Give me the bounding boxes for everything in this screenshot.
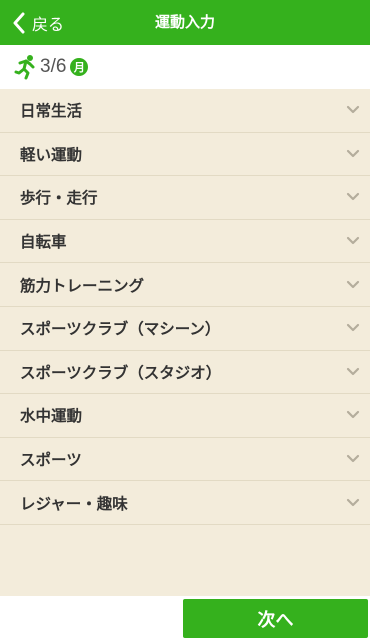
- chevron-down-icon: [346, 367, 360, 377]
- category-label: 日常生活: [20, 102, 83, 121]
- chevron-down-icon: [346, 454, 360, 464]
- category-label: 筋力トレーニング: [20, 276, 145, 295]
- category-label: 歩行・走行: [20, 189, 98, 208]
- category-label: スポーツ: [20, 451, 82, 470]
- date-text: 3/6: [40, 56, 67, 77]
- chevron-down-icon: [346, 105, 360, 115]
- chevron-down-icon: [346, 498, 360, 508]
- chevron-down-icon: [346, 280, 360, 290]
- chevron-down-icon: [346, 192, 360, 202]
- back-label: 戻る: [32, 14, 65, 34]
- category-item-aquatic-exercise[interactable]: 水中運動: [0, 394, 370, 438]
- date-bar: 3/6 月: [0, 45, 370, 89]
- category-label: レジャー・趣味: [20, 494, 128, 513]
- category-item-bicycle[interactable]: 自転車: [0, 220, 370, 264]
- category-label: 水中運動: [20, 407, 83, 426]
- category-item-sports-club-studio[interactable]: スポーツクラブ（スタジオ）: [0, 351, 370, 395]
- chevron-left-icon: [12, 12, 26, 34]
- category-item-sports[interactable]: スポーツ: [0, 438, 370, 482]
- chevron-down-icon: [346, 323, 360, 333]
- category-list: 日常生活 軽い運動 歩行・走行 自転車 筋力トレーニング スポーツクラブ（マシー…: [0, 89, 370, 525]
- chevron-down-icon: [346, 236, 360, 246]
- category-label: スポーツクラブ（マシーン）: [20, 320, 221, 339]
- category-item-sports-club-machine[interactable]: スポーツクラブ（マシーン）: [0, 307, 370, 351]
- category-item-walking-running[interactable]: 歩行・走行: [0, 176, 370, 220]
- category-item-light-exercise[interactable]: 軽い運動: [0, 133, 370, 177]
- back-button[interactable]: 戻る: [12, 0, 64, 45]
- runner-icon: [14, 54, 38, 80]
- category-label: 自転車: [20, 233, 67, 252]
- category-item-leisure-hobby[interactable]: レジャー・趣味: [0, 481, 370, 525]
- chevron-down-icon: [346, 410, 360, 420]
- category-label: 軽い運動: [20, 145, 83, 164]
- next-button[interactable]: 次へ: [183, 599, 368, 638]
- category-item-daily-life[interactable]: 日常生活: [0, 89, 370, 133]
- category-label: スポーツクラブ（スタジオ）: [20, 363, 222, 382]
- day-badge: 月: [70, 58, 89, 76]
- category-item-strength-training[interactable]: 筋力トレーニング: [0, 263, 370, 307]
- chevron-down-icon: [346, 149, 360, 159]
- navbar: 戻る 運動入力: [0, 0, 370, 45]
